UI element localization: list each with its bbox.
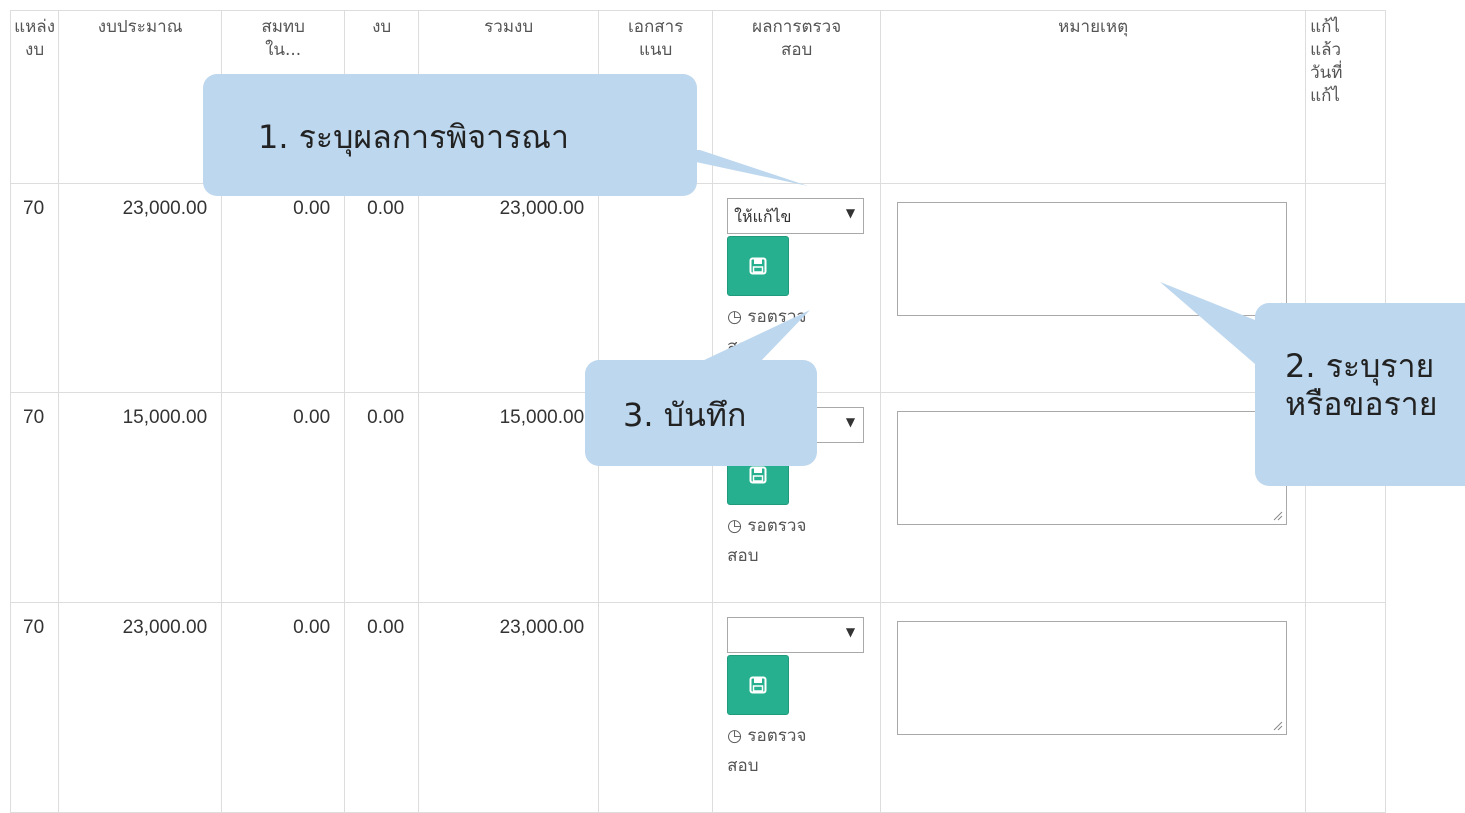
- remark-textarea[interactable]: [897, 202, 1288, 316]
- triangle-down-icon: ▼: [845, 415, 856, 429]
- cell-source: 70: [9, 183, 60, 393]
- save-button[interactable]: [727, 236, 790, 296]
- result-select-value: ให้แก้ไข: [734, 207, 792, 226]
- cell-result: ▼ ◷ รอตรวจ สอบ: [712, 602, 882, 813]
- callout-step-1-text: 1. ระบุผลการพิจารณา: [258, 118, 569, 156]
- floppy-disk-icon: [749, 676, 767, 694]
- status-text: ◷ รอตรวจ สอบ: [727, 726, 807, 776]
- callout-step-3-text: 3. บันทึก: [623, 396, 747, 434]
- cell-remark: [880, 602, 1307, 813]
- callout-step-2: 2. ระบุราย หรือขอราย: [1255, 303, 1465, 486]
- status-text: ◷ รอตรวจ สอบ: [727, 516, 807, 566]
- triangle-down-icon: ▼: [845, 625, 856, 639]
- cell-other: 0.00: [344, 392, 420, 603]
- result-select[interactable]: ▼: [727, 617, 865, 653]
- status-text: ◷ รอตรวจ สอบ: [727, 307, 807, 357]
- clock-icon: ◷: [727, 516, 742, 536]
- table-row: 70 23,000.00 0.00 0.00 23,000.00 ▼ ◷ รอต…: [9, 602, 1387, 813]
- cell-remark: [880, 392, 1307, 603]
- cell-budget: 15,000.00: [58, 392, 223, 603]
- floppy-disk-icon: [749, 257, 767, 275]
- save-button[interactable]: [727, 655, 790, 715]
- cell-total: 23,000.00: [418, 183, 600, 393]
- callout-step-1: 1. ระบุผลการพิจารณา: [203, 74, 697, 196]
- triangle-down-icon: ▼: [845, 206, 856, 220]
- cell-source: 70: [9, 602, 60, 813]
- cell-total: 23,000.00: [418, 602, 600, 813]
- cell-source: 70: [9, 392, 60, 603]
- cell-other: 0.00: [344, 602, 420, 813]
- callout-step-2-line2: หรือขอราย: [1285, 385, 1438, 423]
- remark-textarea[interactable]: [897, 621, 1288, 735]
- col-header-remark: หมายเหตุ: [880, 10, 1307, 184]
- cell-total: 15,000.00: [418, 392, 600, 603]
- col-header-edited: แก้ไ แล้ว วันที่ แก้ไ: [1305, 10, 1387, 184]
- clock-icon: ◷: [727, 307, 742, 327]
- col-header-result: ผลการตรวจ สอบ: [712, 10, 882, 184]
- resize-grip-icon[interactable]: [1273, 721, 1283, 731]
- cell-cofund: 0.00: [221, 392, 346, 603]
- floppy-disk-icon: [749, 466, 767, 484]
- col-header-source: แหล่ง งบ: [9, 10, 60, 184]
- cell-edited: [1305, 602, 1387, 813]
- cell-attachment: [598, 602, 714, 813]
- cell-cofund: 0.00: [221, 183, 346, 393]
- clock-icon: ◷: [727, 726, 742, 746]
- cell-remark: [880, 183, 1307, 393]
- cell-budget: 23,000.00: [58, 183, 223, 393]
- result-select[interactable]: ให้แก้ไข ▼: [727, 198, 865, 234]
- resize-grip-icon[interactable]: [1273, 511, 1283, 521]
- callout-step-2-line1: 2. ระบุราย: [1285, 347, 1435, 385]
- col-header-budget: งบประมาณ: [58, 10, 223, 184]
- cell-other: 0.00: [344, 183, 420, 393]
- callout-step-3: 3. บันทึก: [585, 360, 817, 466]
- cell-cofund: 0.00: [221, 602, 346, 813]
- remark-textarea[interactable]: [897, 411, 1288, 525]
- cell-budget: 23,000.00: [58, 602, 223, 813]
